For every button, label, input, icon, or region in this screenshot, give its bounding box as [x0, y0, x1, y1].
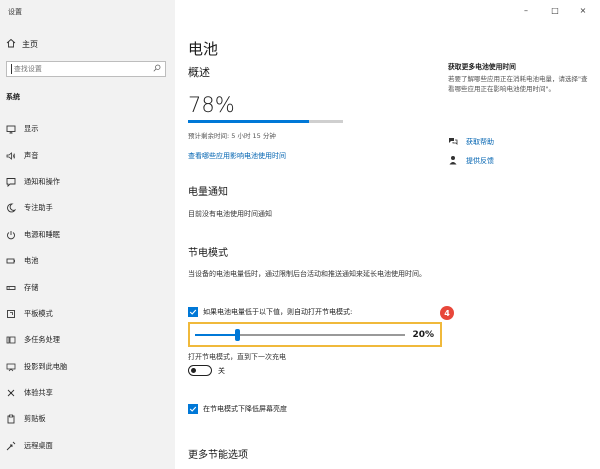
battery-level-fill [188, 120, 309, 123]
sidebar-item-focus-assist[interactable]: 专注助手 [0, 195, 175, 221]
sidebar-item-clipboard[interactable]: 剪贴板 [0, 406, 175, 432]
sidebar-item-label: 通知和操作 [24, 176, 60, 186]
project-icon [6, 362, 16, 372]
notifications-heading: 电量通知 [188, 187, 228, 198]
sidebar-item-label: 电源和睡眠 [24, 229, 60, 239]
sidebar-item-power-sleep[interactable]: 电源和睡眠 [0, 222, 175, 248]
saver-toggle-row: 关 [188, 365, 225, 376]
sidebar-item-sound[interactable]: 声音 [0, 142, 175, 168]
clipboard-icon [6, 414, 16, 424]
sidebar-item-notifications[interactable]: 通知和操作 [0, 169, 175, 195]
auto-saver-row: 如果电池电量低于以下值，则自动打开节电模式: [188, 307, 352, 317]
search-icon[interactable] [153, 64, 161, 75]
storage-icon [6, 283, 16, 293]
home-icon [6, 38, 16, 50]
sidebar-item-label: 电池 [24, 256, 39, 266]
multitask-icon [6, 335, 16, 345]
saver-toggle[interactable] [188, 365, 212, 376]
notifications-text: 目前没有电池使用时间通知 [188, 210, 272, 218]
page-title: 电池 [188, 40, 219, 58]
monitor-icon [6, 124, 16, 134]
search-box[interactable] [6, 61, 166, 77]
notification-icon [6, 177, 16, 187]
sidebar-item-label: 专注助手 [24, 203, 53, 213]
feedback-link[interactable]: 提供反馈 [448, 155, 494, 167]
battery-percent: 78% [188, 93, 235, 117]
sidebar-item-remote-desktop[interactable]: 远程桌面 [0, 433, 175, 459]
search-input[interactable] [13, 65, 153, 73]
sidebar-item-label: 剪贴板 [24, 414, 46, 424]
toggle-state: 关 [218, 366, 225, 375]
sidebar-item-tablet-mode[interactable]: 平板模式 [0, 301, 175, 327]
sidebar: 设置 主页 系统 显示 声音 通知和操作 专注助手 [0, 0, 175, 469]
sidebar-item-storage[interactable]: 存储 [0, 274, 175, 300]
brightness-label: 在节电模式下降低屏幕亮度 [203, 405, 287, 413]
battery-icon [6, 256, 16, 266]
share-icon [6, 388, 16, 398]
home-link[interactable]: 主页 [6, 38, 38, 50]
toggle-knob [191, 367, 196, 373]
sidebar-item-battery[interactable]: 电池 [0, 248, 175, 274]
brightness-checkbox[interactable] [188, 404, 198, 414]
sidebar-nav: 显示 声音 通知和操作 专注助手 电源和睡眠 电池 存储 平板模式 多任务处理 … [0, 116, 175, 459]
saver-threshold-slider[interactable] [195, 334, 405, 336]
main-content: 电池 概述 78% 预计剩余时间: 5 小时 15 分钟 查看哪些应用影响电池使… [188, 0, 600, 469]
more-options-heading: 更多节能选项 [188, 450, 248, 461]
sidebar-item-label: 存储 [24, 282, 39, 292]
right-panel-description: 若要了解哪些应用正在消耗电池电量，请选择"查看哪些应用正在影响电池使用时间"。 [448, 75, 588, 93]
sidebar-item-label: 远程桌面 [24, 440, 53, 450]
sidebar-item-label: 体验共享 [24, 388, 53, 398]
remaining-time: 预计剩余时间: 5 小时 15 分钟 [188, 132, 276, 140]
saver-threshold-highlight: 20% [188, 322, 442, 347]
battery-saver-description: 当设备的电池电量低时，通过限制后台活动和推送通知来延长电池使用时间。 [188, 270, 426, 278]
sidebar-item-display[interactable]: 显示 [0, 116, 175, 142]
home-label: 主页 [22, 39, 38, 49]
slider-fill [195, 334, 237, 336]
text-caret [11, 64, 12, 74]
speaker-icon [6, 151, 16, 161]
sidebar-item-label: 多任务处理 [24, 335, 60, 345]
saver-until-charge-label: 打开节电模式，直到下一次充电 [188, 353, 286, 361]
right-panel-title: 获取更多电池使用时间 [448, 63, 516, 71]
feedback-label: 提供反馈 [466, 157, 494, 165]
feedback-icon [448, 155, 458, 167]
check-icon [189, 406, 197, 412]
get-help-link[interactable]: 获取帮助 [448, 136, 494, 148]
sidebar-item-multitasking[interactable]: 多任务处理 [0, 327, 175, 353]
remote-icon [6, 441, 16, 451]
sidebar-item-label: 显示 [24, 124, 39, 134]
get-help-label: 获取帮助 [466, 138, 494, 146]
auto-saver-label: 如果电池电量低于以下值，则自动打开节电模式: [203, 308, 353, 316]
power-icon [6, 230, 16, 240]
step-callout-badge: 4 [440, 306, 454, 320]
sidebar-item-label: 声音 [24, 150, 39, 160]
auto-saver-checkbox[interactable] [188, 307, 198, 317]
slider-thumb[interactable] [234, 329, 240, 341]
moon-icon [6, 203, 16, 213]
sidebar-item-project[interactable]: 投影到此电脑 [0, 354, 175, 380]
battery-saver-heading: 节电模式 [188, 248, 228, 259]
sidebar-item-shared-experience[interactable]: 体验共享 [0, 380, 175, 406]
brightness-row: 在节电模式下降低屏幕亮度 [188, 404, 287, 414]
sidebar-item-label: 投影到此电脑 [24, 361, 68, 371]
app-title: 设置 [8, 8, 22, 16]
battery-usage-link[interactable]: 查看哪些应用影响电池使用时间 [188, 151, 286, 161]
slider-value: 20% [412, 330, 434, 340]
sidebar-item-label: 平板模式 [24, 308, 53, 318]
tablet-icon [6, 309, 16, 319]
help-icon [448, 136, 458, 148]
section-label: 系统 [6, 93, 20, 101]
overview-heading: 概述 [188, 66, 210, 79]
battery-level-bar [188, 120, 343, 123]
check-icon [189, 309, 197, 315]
